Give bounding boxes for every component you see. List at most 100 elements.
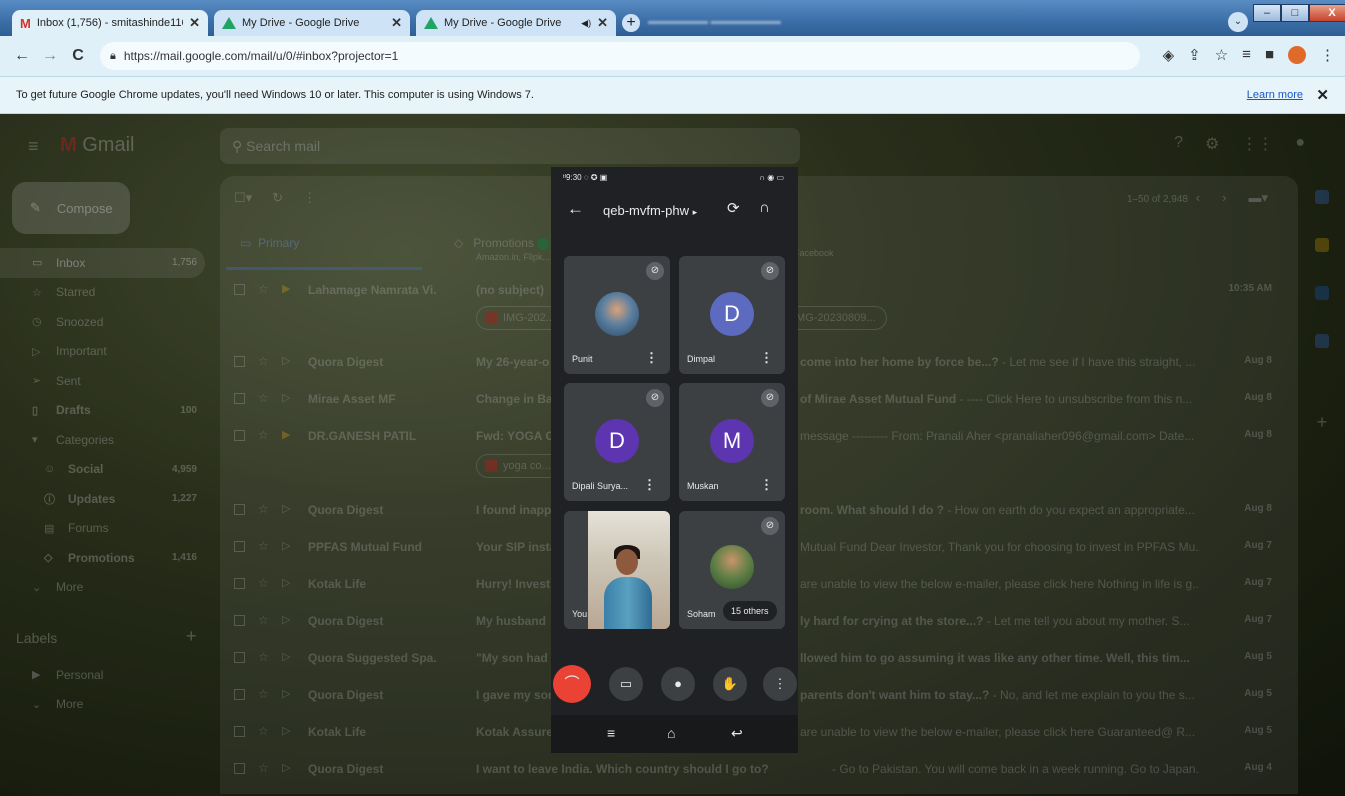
learn-more-link[interactable]: Learn more	[1247, 89, 1303, 101]
extension-eye-icon[interactable]: ◈	[1163, 46, 1175, 64]
sidebar-item-labels-more[interactable]: ⌄ More	[0, 690, 205, 720]
back-arrow-icon[interactable]: ←	[567, 199, 584, 219]
sidebar-item-personal[interactable]: ▶ Personal	[0, 660, 205, 690]
side-panel-icon[interactable]: ■	[1265, 46, 1274, 64]
add-label-icon[interactable]: +	[186, 626, 197, 647]
row-checkbox[interactable]	[234, 504, 245, 515]
others-count-badge[interactable]: 15 others	[723, 601, 777, 621]
participant-tile-muskan[interactable]: ⊘ M Muskan ⋮	[679, 383, 785, 501]
add-addon-icon[interactable]: +	[1317, 412, 1328, 433]
headphones-icon[interactable]: ∩	[759, 199, 770, 216]
home-icon[interactable]: ⌂	[667, 725, 675, 741]
participant-tile-soham[interactable]: ⊘ Soham 15 others	[679, 511, 785, 629]
meeting-code[interactable]: qeb-mvfm-phw ▸	[603, 203, 697, 218]
sidebar-item-starred[interactable]: ☆ Starred	[0, 278, 205, 308]
sidebar-item-snoozed[interactable]: ◷ Snoozed	[0, 307, 205, 337]
mic-toggle-button[interactable]: ●	[661, 667, 695, 701]
input-tools-icon[interactable]: ▬▾	[1248, 190, 1268, 206]
row-checkbox[interactable]	[234, 430, 245, 441]
row-checkbox[interactable]	[234, 284, 245, 295]
more-options-icon[interactable]: ⋮	[760, 477, 773, 493]
close-icon[interactable]: ✕	[1316, 86, 1329, 104]
refresh-icon[interactable]: ↻	[272, 190, 283, 206]
help-icon[interactable]: ?	[1174, 134, 1183, 154]
sidebar-item-promotions[interactable]: ◇ Promotions 1,416	[0, 543, 205, 573]
profile-avatar-icon[interactable]	[1288, 46, 1306, 64]
row-checkbox[interactable]	[234, 763, 245, 774]
more-options-icon[interactable]: ⋮	[760, 350, 773, 366]
row-checkbox[interactable]	[234, 726, 245, 737]
star-icon[interactable]: ☆	[258, 539, 269, 553]
sidebar-item-forums[interactable]: ▤ Forums	[0, 514, 205, 544]
minimize-button[interactable]: –	[1253, 4, 1281, 22]
important-marker-icon[interactable]: ▷	[282, 539, 290, 552]
camera-toggle-button[interactable]: ▭	[609, 667, 643, 701]
sidebar-item-sent[interactable]: ➢ Sent	[0, 366, 205, 396]
important-marker-icon[interactable]: ▷	[282, 391, 290, 404]
contacts-icon[interactable]	[1315, 334, 1329, 348]
tab-search-chevron-icon[interactable]: ⌄	[1228, 12, 1248, 32]
share-icon[interactable]: ⇪	[1188, 46, 1201, 64]
reading-list-icon[interactable]: ≡	[1242, 46, 1251, 64]
star-icon[interactable]: ☆	[258, 428, 269, 442]
close-icon[interactable]: ✕	[391, 15, 402, 31]
important-marker-icon[interactable]: ▶	[282, 282, 290, 295]
row-checkbox[interactable]	[234, 615, 245, 626]
important-marker-icon[interactable]: ▷	[282, 502, 290, 515]
sidebar-item-important[interactable]: ▷ Important	[0, 337, 205, 367]
apps-grid-icon[interactable]: ⋮⋮	[1241, 134, 1273, 154]
tab-primary[interactable]: ▭ Primary	[226, 220, 422, 270]
menu-kebab-icon[interactable]: ⋮	[1320, 46, 1335, 64]
tab-google-drive-1[interactable]: My Drive - Google Drive ✕	[214, 10, 410, 36]
star-icon[interactable]: ☆	[258, 282, 269, 296]
row-checkbox[interactable]	[234, 578, 245, 589]
close-icon[interactable]: ✕	[597, 15, 608, 31]
participant-tile-dimpal[interactable]: ⊘ D Dimpal ⋮	[679, 256, 785, 374]
gmail-logo[interactable]: M Gmail	[60, 134, 134, 157]
sidebar-item-categories[interactable]: ▾ Categories	[0, 425, 205, 455]
row-checkbox[interactable]	[234, 393, 245, 404]
important-marker-icon[interactable]: ▷	[282, 761, 290, 774]
account-avatar-icon[interactable]: ●	[1295, 134, 1305, 154]
tab-gmail-inbox[interactable]: M Inbox (1,756) - smitashinde1168... ✕	[12, 10, 208, 36]
tasks-icon[interactable]	[1315, 286, 1329, 300]
switch-camera-icon[interactable]: ⟳	[727, 199, 740, 217]
tab-google-drive-2[interactable]: My Drive - Google Drive ◀) ✕	[416, 10, 616, 36]
important-marker-icon[interactable]: ▷	[282, 650, 290, 663]
star-icon[interactable]: ☆	[258, 650, 269, 664]
row-checkbox[interactable]	[234, 689, 245, 700]
star-icon[interactable]: ☆	[258, 761, 269, 775]
sidebar-item-drafts[interactable]: ▯ Drafts 100	[0, 396, 205, 426]
search-input[interactable]: ⚲ Search mail	[220, 128, 800, 164]
star-icon[interactable]: ☆	[258, 354, 269, 368]
more-options-icon[interactable]: ⋮	[643, 477, 656, 493]
back-arrow-icon[interactable]: ←	[8, 47, 36, 65]
star-icon[interactable]: ☆	[258, 576, 269, 590]
recent-apps-icon[interactable]: ≡	[607, 725, 615, 741]
star-icon[interactable]: ☆	[258, 724, 269, 738]
row-checkbox[interactable]	[234, 652, 245, 663]
close-icon[interactable]: ✕	[189, 15, 200, 31]
participant-tile-punit[interactable]: ⊘ Punit ⋮	[564, 256, 670, 374]
sidebar-item-updates[interactable]: ⓘ Updates 1,227	[0, 484, 205, 514]
participant-tile-dipali[interactable]: ⊘ D Dipali Surya... ⋮	[564, 383, 670, 501]
star-icon[interactable]: ☆	[258, 391, 269, 405]
url-bar[interactable]: 🔒︎ https://mail.google.com/mail/u/0/#inb…	[100, 42, 1140, 70]
attachment-chip[interactable]: IMG-20230809...	[784, 306, 887, 330]
newer-page-icon[interactable]: ‹	[1196, 190, 1200, 206]
important-marker-icon[interactable]: ▷	[282, 613, 290, 626]
raise-hand-button[interactable]: ✋	[713, 667, 747, 701]
more-options-icon[interactable]: ⋮	[645, 350, 658, 366]
calendar-icon[interactable]	[1315, 190, 1329, 204]
keep-icon[interactable]	[1315, 238, 1329, 252]
more-options-icon[interactable]: ⋮	[303, 190, 316, 206]
important-marker-icon[interactable]: ▷	[282, 576, 290, 589]
table-row[interactable]: ☆ ▷ Quora Digest I want to leave India. W…	[220, 751, 1298, 788]
attachment-chip[interactable]: yoga co...	[476, 454, 562, 478]
select-all-checkbox[interactable]: ☐▾	[234, 190, 252, 206]
reload-icon[interactable]: C	[64, 47, 92, 65]
bookmark-star-icon[interactable]: ☆	[1215, 46, 1228, 64]
new-tab-button[interactable]: +	[622, 14, 640, 32]
star-icon[interactable]: ☆	[258, 613, 269, 627]
older-page-icon[interactable]: ›	[1222, 190, 1226, 206]
